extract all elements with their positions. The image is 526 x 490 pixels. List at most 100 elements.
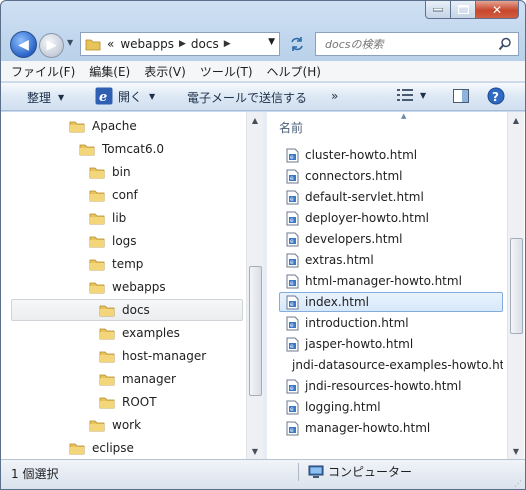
- address-bar[interactable]: « webapps ▶ docs ▶ ▼: [80, 32, 280, 56]
- tree-item[interactable]: bin: [89, 161, 131, 183]
- file-item[interactable]: e manager-howto.html: [279, 418, 503, 438]
- forward-arrow-icon: ▶: [46, 38, 57, 53]
- menu-tools[interactable]: ツール(T): [200, 63, 253, 80]
- search-input[interactable]: [323, 36, 493, 52]
- html-file-icon: e: [286, 337, 299, 351]
- scrollbar-thumb[interactable]: [249, 266, 262, 396]
- file-item-label: default-servlet.html: [305, 190, 424, 204]
- tree-item[interactable]: Apache: [69, 115, 137, 137]
- tree-item[interactable]: host-manager: [99, 345, 206, 367]
- tree-item[interactable]: lib: [89, 207, 126, 229]
- folder-icon: [69, 443, 85, 455]
- tree-item[interactable]: work: [89, 414, 141, 436]
- more-commands-button[interactable]: »: [331, 89, 338, 103]
- file-item[interactable]: e jndi-resources-howto.html: [279, 376, 503, 396]
- tree-item[interactable]: Tomcat6.0: [79, 138, 164, 160]
- column-header-name[interactable]: ▲ 名前: [267, 112, 507, 135]
- sort-ascending-icon: ▲: [401, 112, 407, 120]
- search-icon[interactable]: [498, 37, 512, 51]
- column-header-label: 名前: [279, 121, 304, 135]
- menu-view[interactable]: 表示(V): [144, 63, 186, 80]
- tree-item-label: docs: [122, 303, 150, 317]
- change-view-button[interactable]: ▼: [397, 88, 426, 102]
- html-file-icon: e: [286, 400, 299, 414]
- file-item[interactable]: e logging.html: [279, 397, 503, 417]
- minimize-button[interactable]: [425, 1, 451, 19]
- svg-text:e: e: [290, 385, 294, 392]
- help-icon: ?: [487, 87, 505, 105]
- file-item[interactable]: e extras.html: [279, 250, 503, 270]
- breadcrumb-separator-icon[interactable]: ▶: [179, 39, 186, 49]
- tree-item[interactable]: examples: [99, 322, 180, 344]
- status-bar: 1 個選択 コンピューター ⋰: [1, 459, 525, 489]
- file-item-label: cluster-howto.html: [305, 148, 418, 162]
- file-item[interactable]: e jasper-howto.html: [279, 334, 503, 354]
- close-button[interactable]: ✕: [476, 1, 519, 19]
- recent-pages-button[interactable]: ▼: [67, 38, 73, 47]
- html-file-icon: e: [286, 274, 299, 288]
- folder-icon: [89, 236, 105, 248]
- tree-item[interactable]: ROOT: [99, 391, 157, 413]
- scrollbar-thumb[interactable]: [510, 238, 523, 334]
- selection-count: 1 個選択: [11, 467, 59, 481]
- tree-item[interactable]: conf: [89, 184, 138, 206]
- status-location: コンピューター: [308, 463, 412, 480]
- maximize-button[interactable]: [451, 1, 476, 19]
- address-dropdown-icon[interactable]: ▼: [268, 37, 275, 47]
- file-item-label: jasper-howto.html: [305, 337, 414, 351]
- folder-icon: [89, 167, 105, 179]
- breadcrumb-webapps[interactable]: webapps: [120, 37, 174, 51]
- scroll-up-icon[interactable]: ▲: [247, 112, 263, 128]
- file-item[interactable]: ejndi-datasource-examples-howto.html: [279, 355, 503, 375]
- internet-explorer-icon: e: [95, 87, 113, 105]
- search-box[interactable]: [315, 32, 519, 56]
- file-item[interactable]: e html-manager-howto.html: [279, 271, 503, 291]
- tree-item[interactable]: temp: [89, 253, 143, 275]
- resize-grip-icon[interactable]: ⋰: [514, 479, 522, 488]
- file-item-label: developers.html: [305, 232, 403, 246]
- scroll-up-icon[interactable]: ▲: [508, 112, 524, 128]
- file-list-scrollbar[interactable]: ▲ ▼: [507, 112, 524, 459]
- menu-file[interactable]: ファイル(F): [11, 63, 75, 80]
- file-item[interactable]: e default-servlet.html: [279, 187, 503, 207]
- file-item[interactable]: e connectors.html: [279, 166, 503, 186]
- file-item-selected[interactable]: e index.html: [279, 292, 503, 312]
- tree-item-label: examples: [122, 326, 180, 340]
- back-button[interactable]: ◀: [10, 31, 37, 58]
- file-item[interactable]: e developers.html: [279, 229, 503, 249]
- preview-pane-button[interactable]: [453, 88, 469, 104]
- tree-item-selected[interactable]: docs: [11, 299, 243, 321]
- file-item[interactable]: e deployer-howto.html: [279, 208, 503, 228]
- navigation-scrollbar[interactable]: ▲ ▼: [246, 112, 263, 459]
- menu-edit[interactable]: 編集(E): [89, 63, 130, 80]
- organize-dropdown-icon: ▼: [58, 93, 65, 102]
- file-item[interactable]: e introduction.html: [279, 313, 503, 333]
- email-button[interactable]: 電子メールで送信する: [187, 89, 307, 106]
- file-item[interactable]: e cluster-howto.html: [279, 145, 503, 165]
- navigation-pane: Apache Tomcat6.0 bin conf lib logs temp webapps…: [1, 112, 263, 459]
- view-dropdown-icon: ▼: [420, 90, 427, 100]
- breadcrumb-docs[interactable]: docs: [191, 37, 219, 51]
- command-bar: 整理 ▼ e 開く ▼ 電子メールで送信する » ▼ ?: [1, 83, 525, 111]
- tree-item[interactable]: eclipse: [69, 437, 134, 459]
- tree-item[interactable]: manager: [99, 368, 176, 390]
- folder-icon: [89, 420, 105, 432]
- organize-button[interactable]: 整理 ▼: [27, 89, 64, 106]
- open-button[interactable]: e 開く ▼: [95, 87, 155, 105]
- file-item-label: index.html: [305, 295, 369, 309]
- organize-label: 整理: [27, 91, 52, 105]
- tree-item-label: logs: [112, 234, 137, 248]
- scroll-down-icon[interactable]: ▼: [508, 443, 524, 459]
- breadcrumb-separator-icon[interactable]: ▶: [224, 39, 231, 49]
- forward-button[interactable]: ▶: [39, 33, 64, 58]
- tree-item-label: Tomcat6.0: [102, 142, 165, 156]
- scroll-down-icon[interactable]: ▼: [247, 443, 263, 459]
- refresh-button[interactable]: [285, 32, 309, 56]
- tree-item[interactable]: logs: [89, 230, 137, 252]
- html-file-icon: e: [286, 316, 299, 330]
- help-button[interactable]: ?: [487, 87, 505, 105]
- email-label: 電子メールで送信する: [187, 91, 308, 105]
- tree-item[interactable]: webapps: [89, 276, 166, 298]
- menu-help[interactable]: ヘルプ(H): [267, 63, 321, 80]
- breadcrumb-overflow[interactable]: «: [107, 37, 114, 51]
